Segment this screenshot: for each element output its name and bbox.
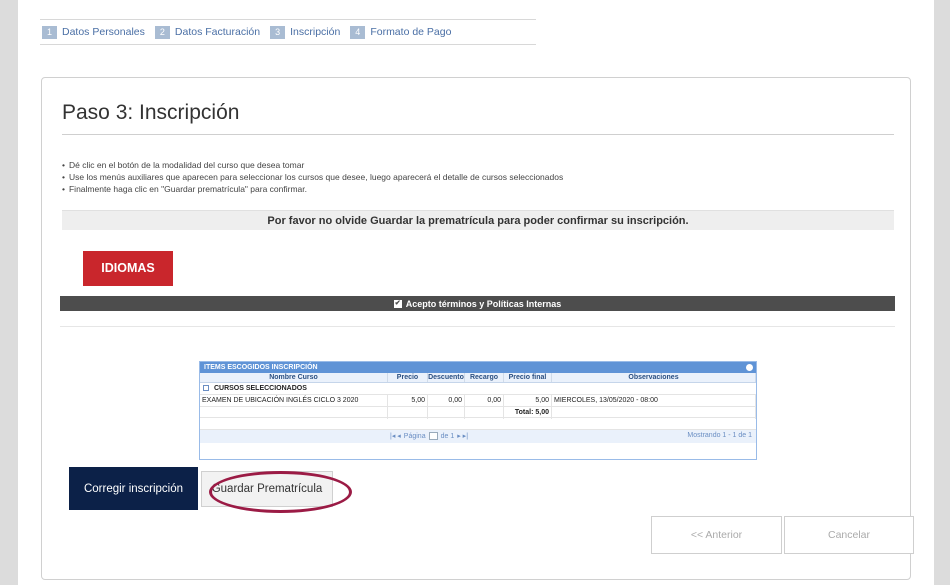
cell-recargo: 0,00 <box>465 395 504 406</box>
step-number: 4 <box>350 25 366 39</box>
column-header[interactable]: Recargo <box>465 373 504 382</box>
group-label: CURSOS SELECCIONADOS <box>213 385 307 392</box>
page-number-input[interactable] <box>428 432 438 440</box>
group-row[interactable]: CURSOS SELECCIONADOS <box>200 383 756 394</box>
grid-title: ITEMS ESCOGIDOS INSCRIPCIÓN <box>204 364 318 371</box>
terms-label: Acepto términos y Políticas Internas <box>405 298 562 309</box>
idiomas-button[interactable]: IDIOMAS <box>83 251 173 286</box>
step-number: 1 <box>42 25 57 39</box>
step-inscripcion[interactable]: 3 Inscripción <box>270 25 341 39</box>
guardar-prematricula-button[interactable]: Guardar Prematrícula <box>201 471 333 507</box>
title-divider <box>62 134 894 135</box>
terms-bar[interactable]: ✔ Acepto términos y Políticas Internas <box>60 296 895 311</box>
step-label: Datos Facturación <box>174 26 261 38</box>
table-row[interactable]: EXAMEN DE UBICACIÓN INGLÉS CICLO 3 2020 … <box>200 394 756 406</box>
column-header[interactable]: Descuento <box>428 373 465 382</box>
step-label: Inscripción <box>290 26 341 38</box>
cell-observaciones: MIERCOLES, 13/05/2020 - 08:00 <box>552 395 756 406</box>
cell-final: 5,00 <box>504 395 552 406</box>
instruction-item: Dé clic en el botón de la modalidad del … <box>62 159 563 171</box>
cell-descuento: 0,00 <box>428 395 465 406</box>
divider <box>60 326 895 327</box>
step-number: 2 <box>154 25 170 39</box>
cancelar-button[interactable]: Cancelar <box>784 516 914 554</box>
anterior-button[interactable]: << Anterior <box>651 516 782 554</box>
grid-column-headers: Nombre Curso Precio Descuento Recargo Pr… <box>200 373 756 383</box>
collapse-icon[interactable] <box>746 364 753 371</box>
step-number: 3 <box>270 25 286 39</box>
page-of-label: de 1 <box>440 432 455 440</box>
selected-items-grid: ITEMS ESCOGIDOS INSCRIPCIÓN Nombre Curso… <box>199 361 757 460</box>
empty-space <box>200 418 756 430</box>
corregir-inscripcion-button[interactable]: Corregir inscripción <box>69 467 198 510</box>
column-header[interactable]: Nombre Curso <box>200 373 388 382</box>
page-title: Paso 3: Inscripción <box>62 101 240 124</box>
prev-page-icon[interactable]: |◂ ◂ <box>390 432 401 440</box>
save-reminder-banner: Por favor no olvide Guardar la prematríc… <box>62 210 894 230</box>
collapse-group-icon[interactable] <box>203 385 209 392</box>
step-label: Datos Personales <box>62 26 145 38</box>
next-page-icon[interactable]: ▸ ▸| <box>457 432 468 440</box>
grid-pager: |◂ ◂ Página de 1 ▸ ▸| Mostrando 1 - 1 de… <box>200 430 756 443</box>
column-header[interactable]: Precio <box>388 373 428 382</box>
wizard-steps: 1 Datos Personales 2 Datos Facturación 3… <box>40 19 536 45</box>
column-header[interactable]: Precio final <box>504 373 552 382</box>
column-header[interactable]: Observaciones <box>552 373 756 382</box>
instruction-item: Finalmente haga clic en "Guardar prematr… <box>62 183 563 195</box>
step-formato-pago[interactable]: 4 Formato de Pago <box>350 25 452 39</box>
grid-title-bar: ITEMS ESCOGIDOS INSCRIPCIÓN <box>200 362 756 373</box>
inscription-panel: Paso 3: Inscripción Dé clic en el botón … <box>41 77 914 580</box>
step-datos-personales[interactable]: 1 Datos Personales <box>42 25 145 39</box>
cell-curso: EXAMEN DE UBICACIÓN INGLÉS CICLO 3 2020 <box>200 395 388 406</box>
instruction-item: Use los menús auxiliares que aparecen pa… <box>62 171 563 183</box>
step-label: Formato de Pago <box>370 26 452 38</box>
checkbox-checked-icon[interactable]: ✔ <box>393 299 402 308</box>
total-row: Total: 5,00 <box>200 406 756 419</box>
total-value: Total: 5,00 <box>504 407 552 419</box>
step-datos-facturacion[interactable]: 2 Datos Facturación <box>154 25 261 39</box>
pager-status: Mostrando 1 - 1 de 1 <box>687 432 752 439</box>
cell-precio: 5,00 <box>388 395 428 406</box>
instructions-list: Dé clic en el botón de la modalidad del … <box>62 159 563 195</box>
page-label: Página <box>403 432 426 440</box>
